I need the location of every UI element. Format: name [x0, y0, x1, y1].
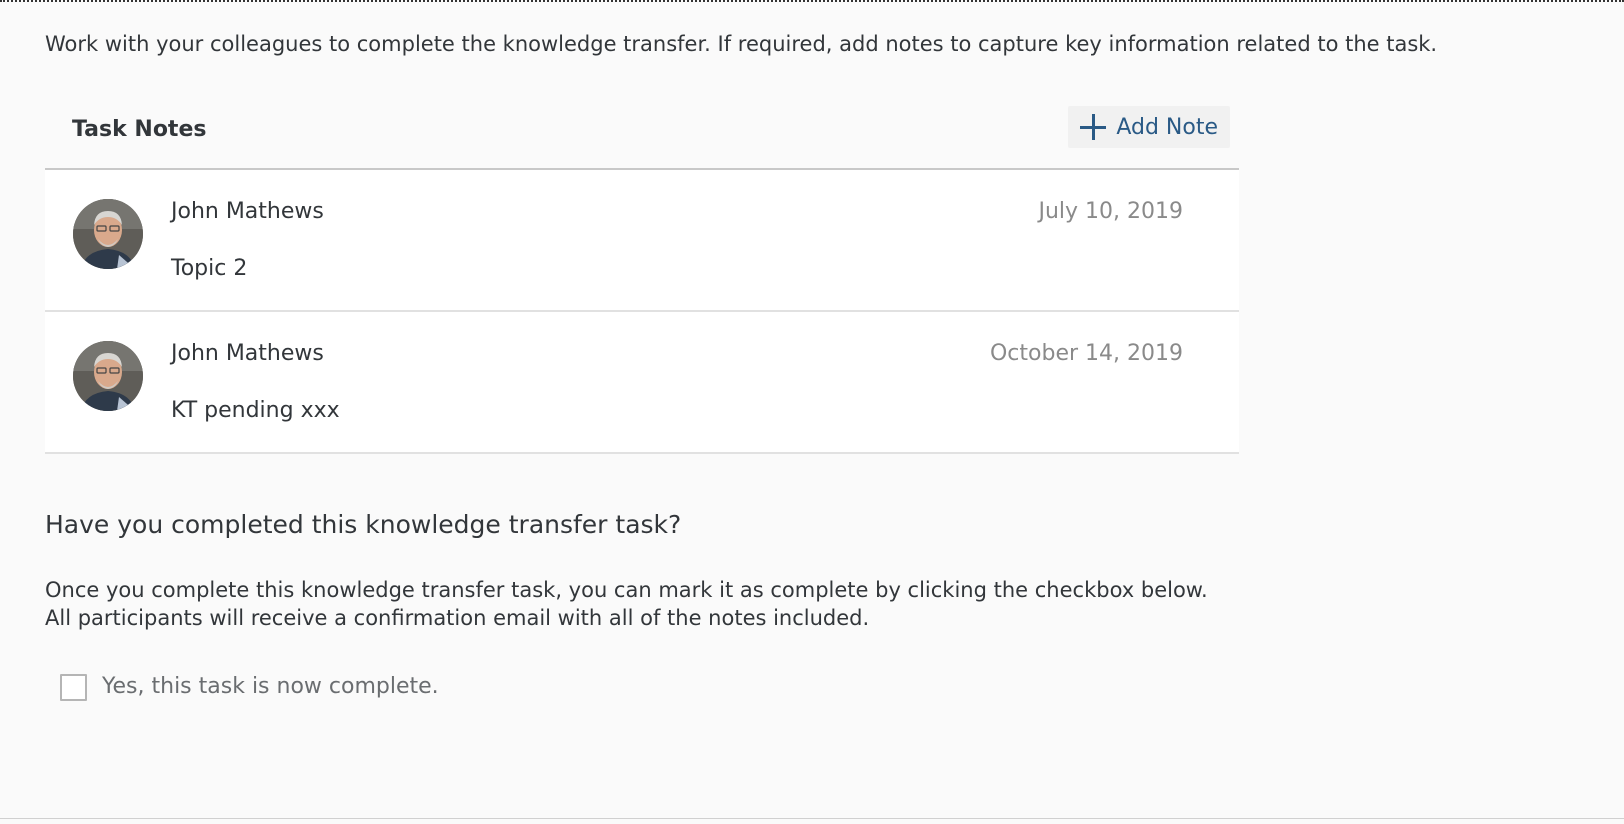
note-date: October 14, 2019: [989, 341, 1183, 366]
note-list-item[interactable]: John Mathews October 14, 2019 KT pending…: [45, 312, 1239, 454]
add-note-label: Add Note: [1116, 114, 1218, 140]
add-note-button[interactable]: Add Note: [1068, 106, 1230, 148]
note-text: Topic 2: [171, 256, 248, 281]
note-author: John Mathews: [171, 199, 324, 224]
task-notes-panel: Task Notes Add Note John Mathews July 10…: [45, 104, 1239, 454]
top-dotted-border: [0, 0, 1624, 2]
note-text: KT pending xxx: [171, 398, 340, 423]
completion-explanation: Once you complete this knowledge transfe…: [45, 576, 1208, 632]
task-notes-title: Task Notes: [72, 117, 207, 142]
avatar: [73, 341, 143, 411]
checkbox-label[interactable]: Yes, this task is now complete.: [102, 672, 439, 702]
avatar: [73, 199, 143, 269]
intro-text: Work with your colleagues to complete th…: [45, 32, 1438, 56]
checkbox-box[interactable]: [60, 673, 87, 701]
task-notes-header: Task Notes Add Note: [45, 104, 1239, 170]
user-photo-icon: [73, 199, 143, 269]
task-complete-checkbox[interactable]: Yes, this task is now complete.: [60, 672, 439, 702]
note-date: July 10, 2019: [1038, 199, 1183, 224]
note-author: John Mathews: [171, 341, 324, 366]
completion-question: Have you completed this knowledge transf…: [45, 510, 682, 539]
explanation-line: All participants will receive a confirma…: [45, 606, 870, 630]
plus-icon: [1080, 114, 1107, 140]
explanation-line: Once you complete this knowledge transfe…: [45, 578, 1208, 602]
user-photo-icon: [73, 341, 143, 411]
note-list-item[interactable]: John Mathews July 10, 2019 Topic 2: [45, 170, 1239, 312]
bottom-border: [0, 818, 1624, 819]
